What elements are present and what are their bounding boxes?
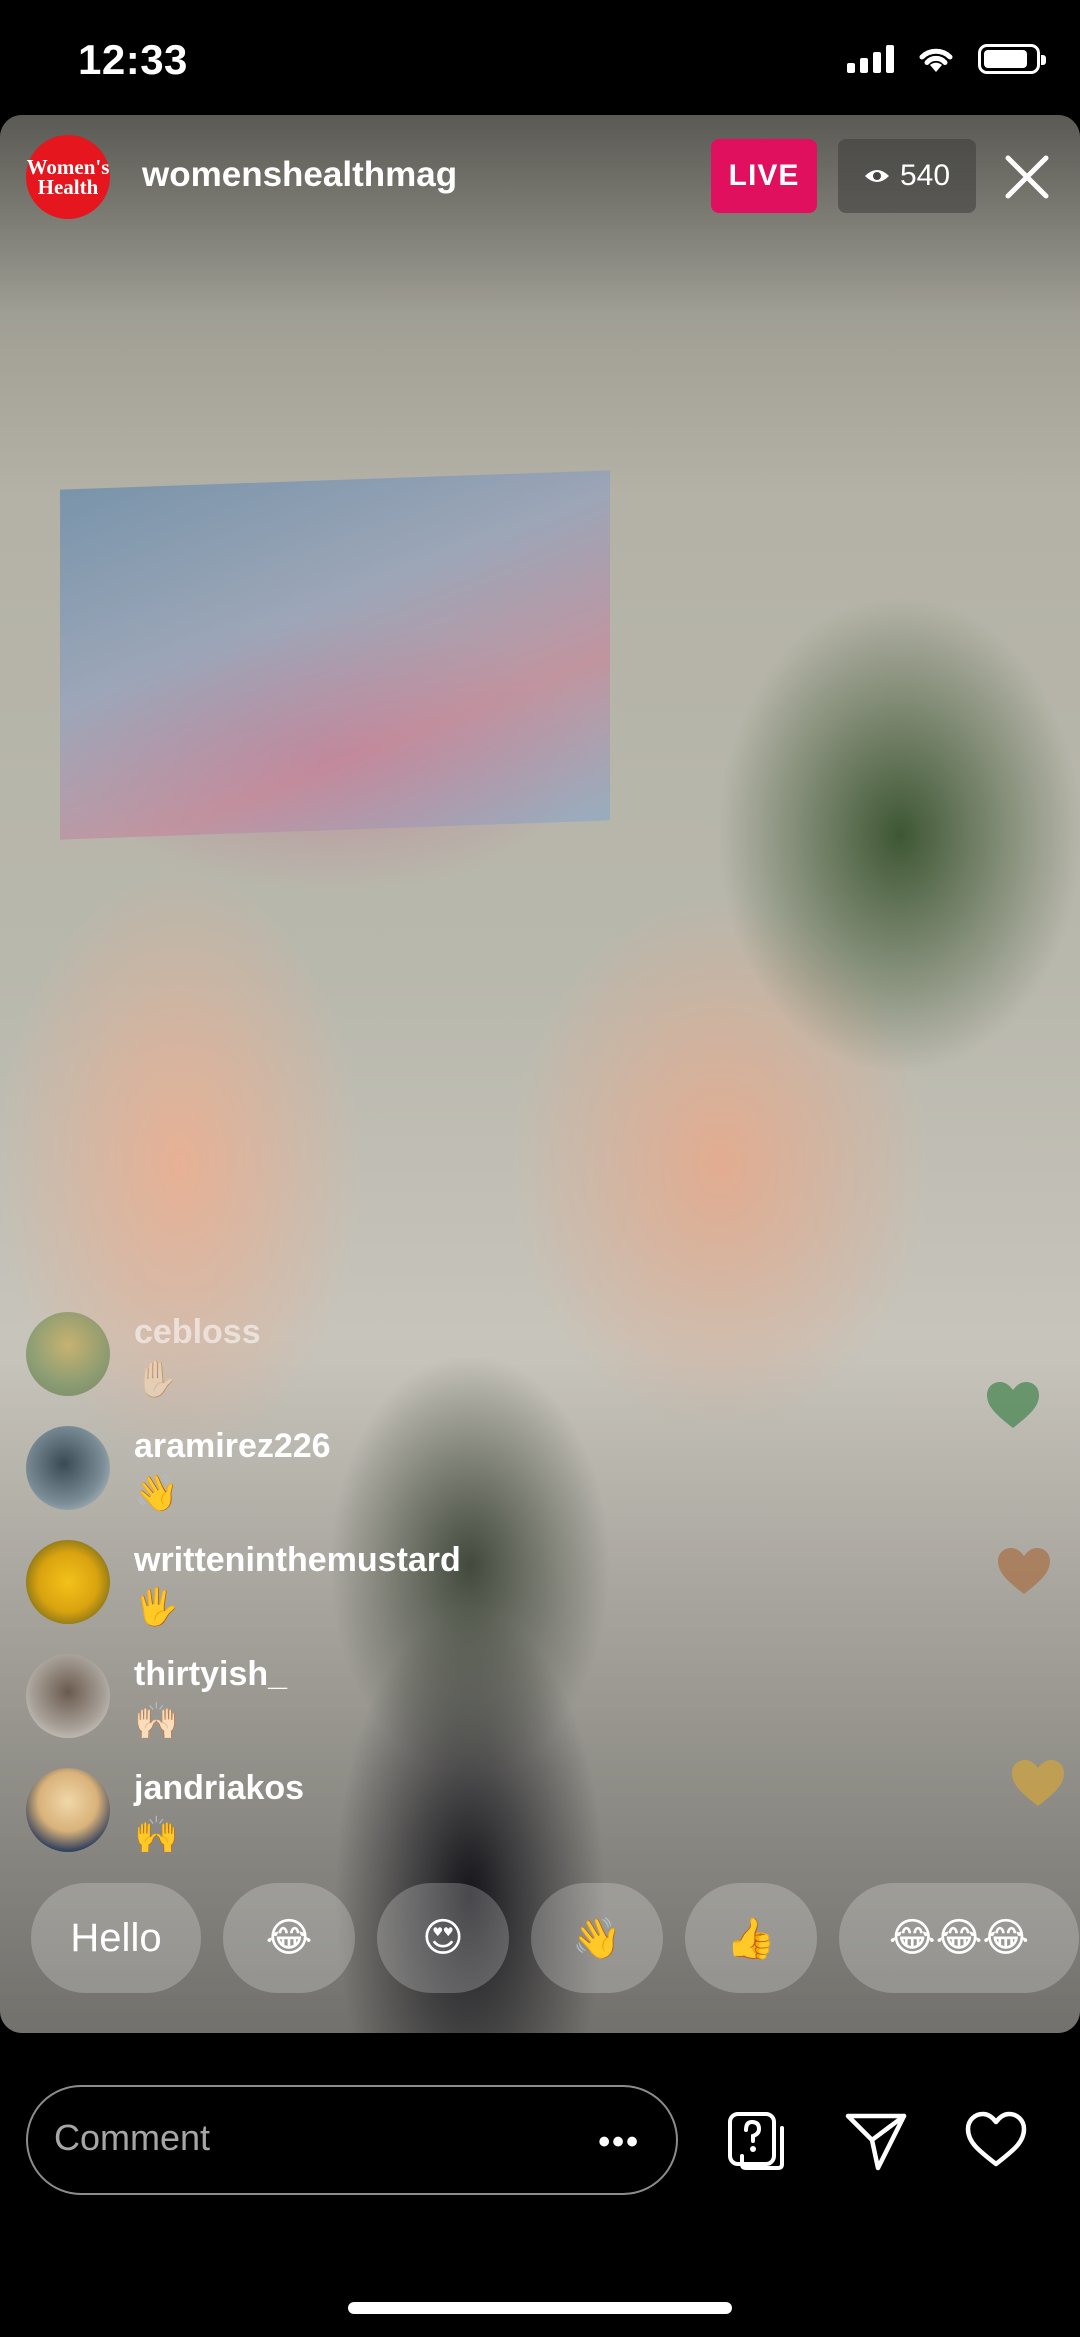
- status-bar: 12:33: [0, 0, 1080, 115]
- close-icon[interactable]: [1000, 150, 1054, 204]
- comment-text: 🖐: [134, 1586, 179, 1627]
- floating-heart-icon: [998, 1548, 1050, 1594]
- cellular-signal-icon: [847, 45, 894, 73]
- comment-input[interactable]: Comment •••: [26, 2085, 678, 2195]
- battery-level: [984, 50, 1027, 68]
- commenter-username: jandriakos: [134, 1769, 305, 1807]
- commenter-avatar[interactable]: [26, 1540, 110, 1624]
- status-icons: [847, 44, 1046, 74]
- commenter-avatar[interactable]: [26, 1654, 110, 1738]
- commenter-username: thirtyish_: [134, 1655, 288, 1693]
- commenter-avatar[interactable]: [26, 1768, 110, 1852]
- quick-reply-emoji[interactable]: 😂: [223, 1883, 355, 1993]
- viewer-count-pill[interactable]: 540: [838, 139, 976, 213]
- quick-reply-row: Hello 😂 😍 👋 👍 😂😂😂: [31, 1883, 1079, 1993]
- quick-reply-hello[interactable]: Hello: [31, 1883, 201, 1993]
- home-indicator[interactable]: [348, 2302, 732, 2314]
- comment-item[interactable]: jandriakos 🙌: [26, 1763, 726, 1863]
- comment-item[interactable]: thirtyish_ 🙌🏻: [26, 1649, 726, 1749]
- status-time: 12:33: [78, 36, 188, 83]
- heart-shape: [998, 1548, 1050, 1594]
- comment-text: 👋: [134, 1472, 179, 1513]
- comment-text: ✋🏻: [134, 1358, 179, 1399]
- quick-reply-emoji[interactable]: 😂😂😂: [839, 1883, 1079, 1993]
- comment-placeholder: Comment: [54, 2117, 211, 2158]
- comment-text: 🙌🏻: [134, 1700, 179, 1741]
- comment-item[interactable]: writteninthemustard 🖐: [26, 1535, 726, 1635]
- commenter-username: writteninthemustard: [134, 1541, 461, 1579]
- quick-reply-emoji[interactable]: 👍: [685, 1883, 817, 1993]
- avatar-logo-text: Women's Health: [26, 155, 110, 199]
- viewer-count: 540: [899, 159, 951, 192]
- eye-icon: [864, 170, 889, 182]
- wifi-icon: [919, 48, 953, 72]
- commenter-username: aramirez226: [134, 1427, 331, 1465]
- floating-heart-icon: [987, 1382, 1039, 1428]
- floating-heart-icon: [1012, 1760, 1064, 1806]
- more-options-icon[interactable]: •••: [598, 2123, 640, 2162]
- share-send-icon[interactable]: [842, 2106, 910, 2174]
- commenter-username: cebloss: [134, 1313, 261, 1351]
- heart-shape: [987, 1382, 1039, 1428]
- quick-reply-emoji[interactable]: 😍: [377, 1883, 509, 1993]
- comment-text: 🙌: [134, 1814, 179, 1855]
- commenter-avatar[interactable]: [26, 1426, 110, 1510]
- quick-reply-emoji[interactable]: 👋: [531, 1883, 663, 1993]
- broadcaster-avatar[interactable]: Women's Health: [26, 135, 110, 219]
- broadcaster-username[interactable]: womenshealthmag: [142, 155, 457, 195]
- heart-shape: [1012, 1760, 1064, 1806]
- comment-item[interactable]: cebloss ✋🏻: [26, 1307, 726, 1407]
- wall-painting: [60, 470, 610, 840]
- battery-icon: [978, 44, 1046, 74]
- commenter-avatar[interactable]: [26, 1312, 110, 1396]
- live-badge: LIVE: [711, 139, 817, 213]
- comment-item[interactable]: aramirez226 👋: [26, 1421, 726, 1521]
- live-header: Women's Health womenshealthmag LIVE 540: [0, 115, 1080, 240]
- question-sticker-icon[interactable]: [722, 2106, 790, 2174]
- heart-like-icon[interactable]: [962, 2106, 1030, 2174]
